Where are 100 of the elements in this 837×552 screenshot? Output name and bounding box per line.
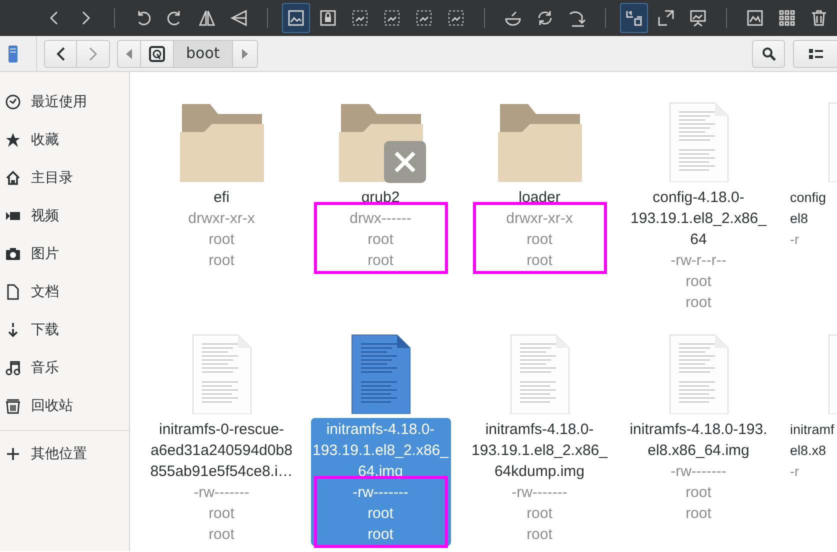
file-item[interactable]: initramf el8.x8 -r [778,322,837,544]
file-item[interactable]: initramfs-0-rescue- a6ed31a240594d0b8 855ab91e5f54ce8.i… -rw------- root root [142,322,301,544]
picture-icon [745,8,765,28]
sidebar-item[interactable]: 最近使用 [0,83,129,121]
file-name: el8.x8 [790,442,826,460]
file-name: initramfs-0-rescue- [158,420,284,440]
file-metadata: root [208,525,234,545]
file-name: 193.19.1.el8_2.x86_ [472,441,608,461]
file-name: efi [214,188,230,208]
sidebar-item[interactable]: 文档 [0,273,129,311]
file-metadata: -rw------- [352,483,408,503]
file-name: initramfs-4.18.0- [485,420,594,440]
back-button[interactable] [44,40,77,68]
file-metadata: -r [790,231,799,249]
file-metadata: root [368,251,394,271]
search-button[interactable] [752,40,785,68]
file-metadata: -rw-r--r-- [670,251,726,271]
file-metadata: -rw------- [512,483,568,503]
file-item[interactable]: initramfs-4.18.0-193. el8.x86_64.img -rw------- root root [619,322,778,544]
sidebar-item[interactable]: 图片 [0,235,129,273]
file-name: 855ab91e5f54ce8.i… [150,462,293,482]
file-name: el8 [790,210,808,228]
file-item[interactable]: loader drwxr-xr-x root root [460,90,619,312]
picture-icon [446,8,466,28]
trash-icon [5,398,21,414]
file-metadata: root [208,504,234,524]
file-name: 193.19.1.el8_2.x86_ [312,441,448,461]
file-item[interactable]: initramfs-4.18.0- 193.19.1.el8_2.x86_ 64kdump.img -rw------- root root [460,322,619,544]
file-metadata: drwxr-xr-x [506,209,573,229]
fit-icon [624,8,644,28]
sidebar-item[interactable]: 下载 [0,311,129,349]
file-metadata: root [368,230,394,250]
plus-icon [5,446,21,462]
expand-icon [656,8,676,28]
trash-icon [809,8,829,28]
clock-icon [5,94,21,110]
grid-icon [777,8,797,28]
star-icon [5,132,21,148]
file-metadata: root [208,251,234,271]
file-name: initramfs-4.18.0- [326,420,435,440]
file-metadata: root [368,525,394,545]
sidebar-item[interactable]: 收藏 [0,121,129,159]
file-name: loader [518,188,560,208]
presentation-icon [688,8,708,28]
camera-icon [5,246,21,262]
file-metadata: root [526,230,552,250]
file-metadata: root [686,293,712,313]
search-icon [762,46,776,60]
path-button[interactable]: boot [174,40,233,68]
picture-icon [382,8,402,28]
file-name: 64kdump.img [494,462,585,482]
file-metadata: -r [790,463,799,481]
sidebar-item[interactable]: 视频 [0,197,129,235]
file-metadata: root [526,504,552,524]
file-metadata: root [208,230,234,250]
file-metadata: -rw------- [670,462,726,482]
file-item[interactable]: efi drwxr-xr-x root root [142,90,301,312]
toolbar-button[interactable] [620,3,648,33]
caret-right-icon [242,48,248,58]
file-metadata: root [526,251,552,271]
drive-button[interactable] [141,40,174,68]
file-name: 193.19.1.el8_2.x86_ [630,209,766,229]
lock-icon [318,8,338,28]
drive-icon [8,44,18,62]
file-name: 64 [690,230,707,250]
caret-left-icon [126,48,132,58]
sidebar-item[interactable]: 其他位置 [0,435,129,473]
file-name: initramf [790,421,834,439]
file-name: config [790,189,826,207]
file-name: a6ed31a240594d0b8 [150,441,292,461]
file-name: config-4.18.0- [652,188,744,208]
file-metadata: root [368,504,394,524]
file-metadata: root [686,483,712,503]
view-options-button[interactable] [793,40,837,68]
file-metadata: drwxr-xr-x [188,209,255,229]
file-name: initramfs-4.18.0-193. [630,420,768,440]
file-metadata: root [686,504,712,524]
picture-icon [286,8,306,28]
file-metadata: root [526,525,552,545]
sidebar-item[interactable]: 主目录 [0,159,129,197]
sidebar-item[interactable]: 音乐 [0,349,129,387]
file-metadata: drwx------ [350,209,412,229]
flip-vertical-icon [229,8,249,28]
list-view-icon [808,48,822,60]
file-item[interactable]: config-4.18.0- 193.19.1.el8_2.x86_ 64 -rw-r--r-- root root [619,90,778,312]
flip-horizontal-icon [197,8,217,28]
file-metadata: root [686,272,712,292]
file-item[interactable]: config el8 -r [778,90,837,312]
document-icon [5,284,21,300]
picture-icon [350,8,370,28]
file-name: el8.x86_64.img [648,441,750,461]
toolbar-button[interactable] [282,3,310,33]
forward-icon [88,46,98,60]
home-icon [5,170,21,186]
sidebar-item[interactable]: 回收站 [0,387,129,425]
file-metadata: -rw------- [194,483,250,503]
back-icon [56,46,66,60]
scroll-right-button[interactable] [232,40,258,68]
picture-icon [414,8,434,28]
music-icon [5,360,21,376]
